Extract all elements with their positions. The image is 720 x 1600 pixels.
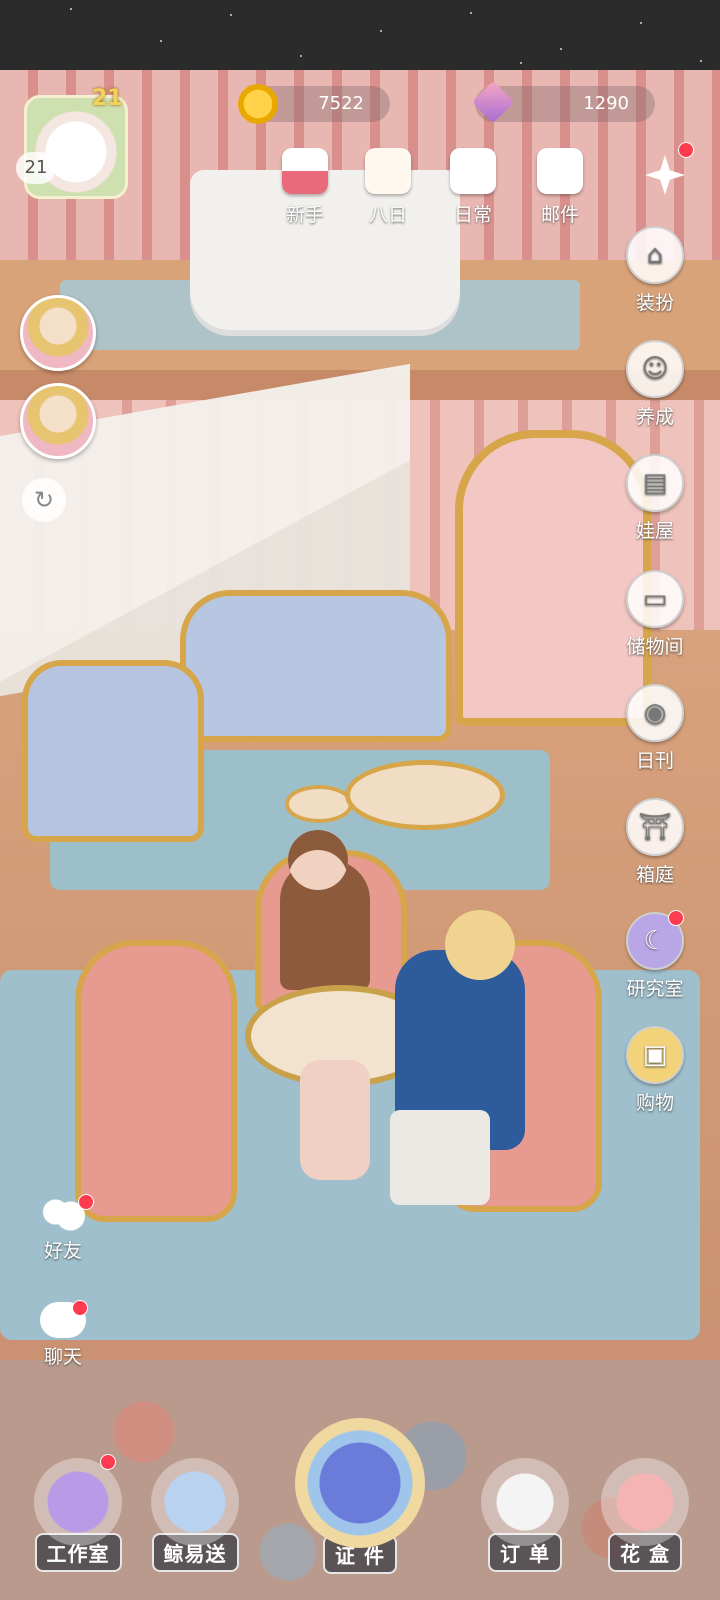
chat-button[interactable]: 聊天: [28, 1300, 98, 1369]
flower-box-icon: [601, 1458, 689, 1546]
gold-amount: 7522: [318, 93, 364, 114]
bottom-nav-orders[interactable]: 订 单: [475, 1458, 575, 1572]
side-menu-journal[interactable]: ◉ 日刊: [618, 684, 692, 773]
delivery-box-icon: [151, 1458, 239, 1546]
side-menu-research-label: 研究室: [626, 978, 684, 1000]
left-chair[interactable]: [75, 940, 237, 1222]
top-menu-mail[interactable]: 邮件: [527, 148, 593, 227]
companion-avatar-1[interactable]: [20, 295, 96, 371]
friends-label: 好友: [43, 1240, 82, 1262]
side-menu-nurture[interactable]: ☺ 养成: [618, 340, 692, 429]
companion-avatar-2[interactable]: [20, 383, 96, 459]
whale-emblem-icon: [295, 1418, 425, 1548]
hanger-icon: ⌂: [626, 226, 684, 284]
side-menu-dollhouse[interactable]: ▤ 娃屋: [618, 454, 692, 543]
gold-coin-icon: [238, 84, 278, 124]
player-level-indicator: 21: [16, 152, 56, 184]
chat-badge: [72, 1300, 88, 1316]
garden-icon: ⛩: [626, 798, 684, 856]
side-menu-dressup[interactable]: ⌂ 装扮: [618, 226, 692, 315]
top-menu-daily-label: 日常: [453, 204, 492, 226]
scissors-book-icon: [34, 1458, 122, 1546]
bottom-nav-credentials[interactable]: 证 件: [290, 1418, 430, 1574]
round-table-base: [300, 1060, 370, 1180]
shopping-bag-icon: ▣: [626, 1026, 684, 1084]
side-menu-shop[interactable]: ▣ 购物: [618, 1026, 692, 1115]
side-menu-research-badge: [668, 910, 684, 926]
side-menu-shop-label: 购物: [635, 1092, 674, 1114]
gold-currency[interactable]: 7522: [238, 84, 390, 124]
side-menu-dollhouse-label: 娃屋: [635, 520, 674, 542]
bottom-nav-delivery[interactable]: 鲸易送: [145, 1458, 245, 1572]
player-level-badge: 21: [92, 86, 123, 111]
character-blue-coat-head: [445, 910, 515, 980]
top-menu-newbie-label: 新手: [285, 204, 324, 226]
side-menu-storage[interactable]: ▭ 储物间: [614, 570, 696, 659]
character-blue-coat-legs: [390, 1110, 490, 1205]
flower-menu-button[interactable]: [640, 142, 694, 200]
sofa[interactable]: [180, 590, 452, 742]
bottom-nav-flower-box[interactable]: 花 盒: [595, 1458, 695, 1572]
side-menu-dressup-label: 装扮: [635, 292, 674, 314]
eight-day-icon: [365, 148, 411, 194]
doll-icon: ☺: [626, 340, 684, 398]
side-menu-garden[interactable]: ⛩ 箱庭: [618, 798, 692, 887]
room-scene[interactable]: [0, 70, 720, 1600]
side-menu-garden-label: 箱庭: [635, 864, 674, 886]
mail-icon: [537, 148, 583, 194]
flower-menu-badge: [678, 142, 694, 158]
side-menu-research[interactable]: ☾ 研究室: [614, 910, 696, 1001]
refresh-button[interactable]: ↻: [22, 478, 66, 522]
armchair[interactable]: [22, 660, 204, 842]
top-menu-eight-day[interactable]: 八日: [355, 148, 421, 227]
side-menu-storage-label: 储物间: [626, 636, 684, 658]
clipboard-icon: [450, 148, 496, 194]
top-menu-daily[interactable]: 日常: [440, 148, 506, 227]
chat-label: 聊天: [43, 1346, 82, 1368]
status-bar: [0, 0, 720, 70]
stool[interactable]: [285, 785, 353, 823]
top-menu-mail-label: 邮件: [540, 204, 579, 226]
top-menu-eight-day-label: 八日: [368, 204, 407, 226]
cabinet-icon: ▤: [626, 454, 684, 512]
refresh-icon: ↻: [33, 486, 55, 514]
studio-badge: [100, 1454, 116, 1470]
character-apron-head: [288, 830, 348, 890]
side-menu-journal-label: 日刊: [635, 750, 674, 772]
order-paper-icon: [481, 1458, 569, 1546]
camera-icon: ◉: [626, 684, 684, 742]
bottom-nav-studio[interactable]: 工作室: [28, 1454, 128, 1572]
friends-button[interactable]: 好友: [28, 1192, 98, 1263]
side-menu-nurture-label: 养成: [635, 406, 674, 428]
top-menu-newbie[interactable]: 新手: [272, 148, 338, 227]
bunny-cake-icon: [282, 148, 328, 194]
box-icon: ▭: [626, 570, 684, 628]
gem-amount: 1290: [583, 93, 629, 114]
gem-currency[interactable]: 1290: [471, 80, 655, 124]
flower-icon: [645, 155, 685, 195]
coffee-table[interactable]: [345, 760, 505, 830]
friends-badge: [78, 1194, 94, 1210]
